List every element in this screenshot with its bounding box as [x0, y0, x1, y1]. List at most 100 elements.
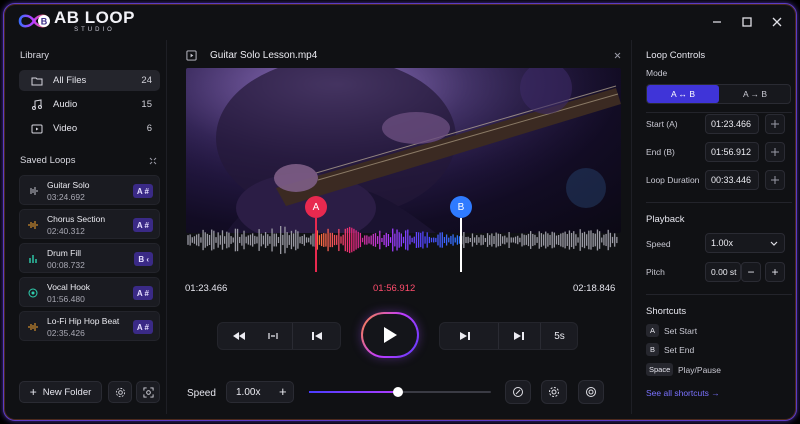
playback-title: Playback	[646, 214, 685, 225]
close-file-icon[interactable]	[614, 52, 621, 59]
rewind-icon	[233, 332, 245, 340]
close-window-button[interactable]	[769, 14, 785, 30]
loop-time: 03:24.692	[47, 192, 85, 202]
divider	[646, 112, 792, 113]
next-button[interactable]	[498, 323, 538, 349]
loop-item-guitar-solo[interactable]: Guitar Solo 03:24.692 A #	[19, 175, 160, 205]
player-settings-button[interactable]	[541, 380, 567, 404]
video-file-icon	[186, 50, 197, 61]
minimize-button[interactable]	[709, 14, 725, 30]
settings-button[interactable]	[108, 381, 132, 403]
infinity-logo-icon: B	[18, 14, 50, 28]
shortcut-key: A	[646, 324, 659, 337]
speed-row: Speed 1.00x +	[168, 380, 630, 406]
current-time: 01:56.912	[373, 283, 416, 294]
library-item-count: 6	[146, 123, 152, 134]
pitch-field[interactable]: 0.00 st	[705, 262, 741, 282]
play-button[interactable]	[361, 312, 419, 358]
marker-a-handle[interactable]: A	[305, 196, 327, 218]
gear-icon	[115, 387, 125, 397]
video-icon	[31, 124, 43, 133]
waveform-icon	[30, 187, 38, 195]
skip-forward-button[interactable]	[444, 323, 486, 349]
library-item-all-files[interactable]: All Files 24	[19, 70, 160, 91]
see-all-shortcuts-link[interactable]: See all shortcuts →	[646, 388, 720, 398]
shortcut-key: Space	[646, 363, 674, 376]
right-transport-group: 5s	[439, 322, 578, 350]
speed-label: Speed	[187, 388, 216, 399]
pitch-decrease-button[interactable]: −	[741, 262, 761, 282]
mode-segmented-control: A ↔ B A → B	[646, 84, 791, 104]
split-button[interactable]	[258, 323, 288, 349]
loop-time: 01:56.480	[47, 294, 85, 304]
skip-5s-button[interactable]: 5s	[540, 323, 578, 349]
library-title: Library	[20, 50, 50, 61]
chevron-down-icon	[770, 241, 778, 246]
gear-icon	[549, 387, 559, 397]
loop-start-time: 01:23.466	[185, 283, 228, 294]
scan-button[interactable]	[136, 381, 160, 403]
loop-item-chorus-section[interactable]: Chorus Section 02:40.312 A #	[19, 209, 160, 239]
speed-increase-button[interactable]: +	[279, 384, 287, 399]
playback-speed-select[interactable]: 1.00x	[705, 233, 785, 253]
speed-slider-track[interactable]	[309, 387, 491, 397]
new-folder-button[interactable]: + New Folder	[19, 381, 102, 403]
marker-b-line	[460, 218, 462, 272]
left-transport-group	[217, 322, 341, 350]
shortcut-key: B	[646, 343, 659, 356]
loop-toggle-button[interactable]	[505, 380, 531, 404]
start-step-button[interactable]	[765, 114, 785, 134]
loop-name: Lo-Fi Hip Hop Beat	[47, 316, 120, 326]
loop-item-vocal-hook[interactable]: Vocal Hook 01:56.480 A #	[19, 277, 160, 307]
loop-time: 02:35.426	[47, 328, 85, 338]
video-file-name: Guitar Solo Lesson.mp4	[210, 50, 318, 61]
logo-title: AB LOOP	[54, 8, 135, 27]
end-step-button[interactable]	[765, 142, 785, 162]
duration-field[interactable]: 00:33.446	[705, 170, 759, 190]
skip-back-icon	[311, 332, 322, 340]
start-time-field[interactable]: 01:23.466	[705, 114, 759, 134]
next-icon	[513, 332, 524, 340]
target-button[interactable]	[578, 380, 604, 404]
target-icon	[771, 148, 779, 156]
waveform-icon	[28, 323, 38, 331]
title-bar: B AB LOOP STUDIO	[4, 4, 796, 40]
loop-name: Chorus Section	[47, 214, 106, 224]
loop-item-lofi-beat[interactable]: Lo-Fi Hip Hop Beat 02:35.426 A #	[19, 311, 160, 341]
plus-icon: +	[29, 385, 37, 399]
start-label: Start (A)	[646, 119, 678, 129]
speed-control: 1.00x +	[226, 381, 294, 403]
saved-loops-title: Saved Loops	[20, 155, 76, 166]
speed-slider-thumb[interactable]	[393, 387, 404, 397]
app-logo: B AB LOOP STUDIO	[16, 8, 135, 34]
loop-ab-badge: A #	[132, 286, 153, 300]
library-item-label: Video	[53, 123, 78, 134]
loop-item-drum-fill[interactable]: Drum Fill 00:08.732 B ‹	[19, 243, 160, 273]
rewind-button[interactable]	[222, 323, 256, 349]
collapse-icon[interactable]	[149, 157, 157, 165]
playback-speed-value: 1.00x	[711, 238, 734, 248]
library-item-count: 15	[141, 99, 152, 110]
waveform-track[interactable]	[186, 198, 621, 278]
end-time-field[interactable]: 01:56.912	[705, 142, 759, 162]
mode-ab-toggle[interactable]: A ↔ B	[647, 85, 719, 103]
marker-b-handle[interactable]: B	[450, 196, 472, 218]
minimize-icon	[713, 21, 721, 23]
close-icon	[772, 17, 782, 27]
duration-step-button[interactable]	[765, 170, 785, 190]
library-item-video[interactable]: Video 6	[19, 118, 160, 139]
library-item-label: Audio	[53, 99, 78, 110]
end-label: End (B)	[646, 147, 675, 157]
library-item-audio[interactable]: Audio 15	[19, 94, 160, 115]
mode-a-to-b-toggle[interactable]: A → B	[719, 85, 791, 103]
equalizer-icon	[29, 255, 37, 263]
loop-ab-badge: A #	[132, 184, 153, 198]
target-icon	[771, 120, 779, 128]
folder-icon	[31, 77, 43, 85]
loop-time: 02:40.312	[47, 226, 85, 236]
skip-back-button[interactable]	[292, 323, 340, 349]
shortcut-action: Set End	[664, 345, 695, 355]
divider	[646, 202, 792, 203]
pitch-increase-button[interactable]: +	[765, 262, 785, 282]
maximize-button[interactable]	[739, 14, 755, 30]
